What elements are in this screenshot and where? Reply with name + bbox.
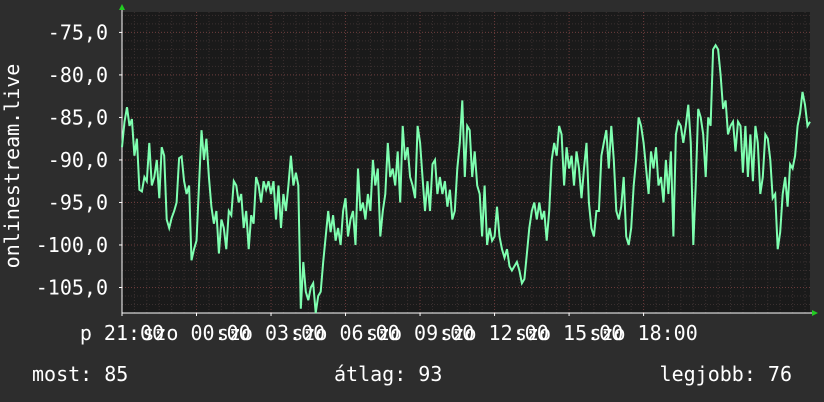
chart-panel: -75,0 -80,0 -85,0 -90,0 -95,0 -100,0 -105,0 p …	[0, 0, 824, 402]
y-axis-arrow	[119, 4, 125, 10]
current-value: most: 85	[32, 362, 129, 386]
average-value: átlag: 93	[334, 362, 443, 386]
y-tick-label: -90,0	[48, 148, 108, 172]
y-tick-label: -85,0	[48, 105, 108, 129]
y-tick-label: -100,0	[36, 233, 108, 257]
line-chart: -75,0 -80,0 -85,0 -90,0 -95,0 -100,0 -105,0 p …	[0, 4, 818, 345]
y-tick-label: -95,0	[48, 190, 108, 214]
y-tick-labels: -75,0 -80,0 -85,0 -90,0 -95,0 -100,0 -105,0	[36, 20, 108, 299]
y-tick-label: -75,0	[48, 20, 108, 44]
x-axis-arrow	[812, 310, 818, 316]
x-tick-labels: p 21:00szo 00:00szo 03:00szo 06:00szo 09…	[80, 321, 698, 345]
x-tick-label: szo 18:00	[589, 321, 697, 345]
y-tick-label: -105,0	[36, 275, 108, 299]
y-axis-label: onlinestream.live	[0, 64, 24, 269]
y-tick-label: -80,0	[48, 63, 108, 87]
best-value: legjobb: 76	[659, 362, 792, 386]
